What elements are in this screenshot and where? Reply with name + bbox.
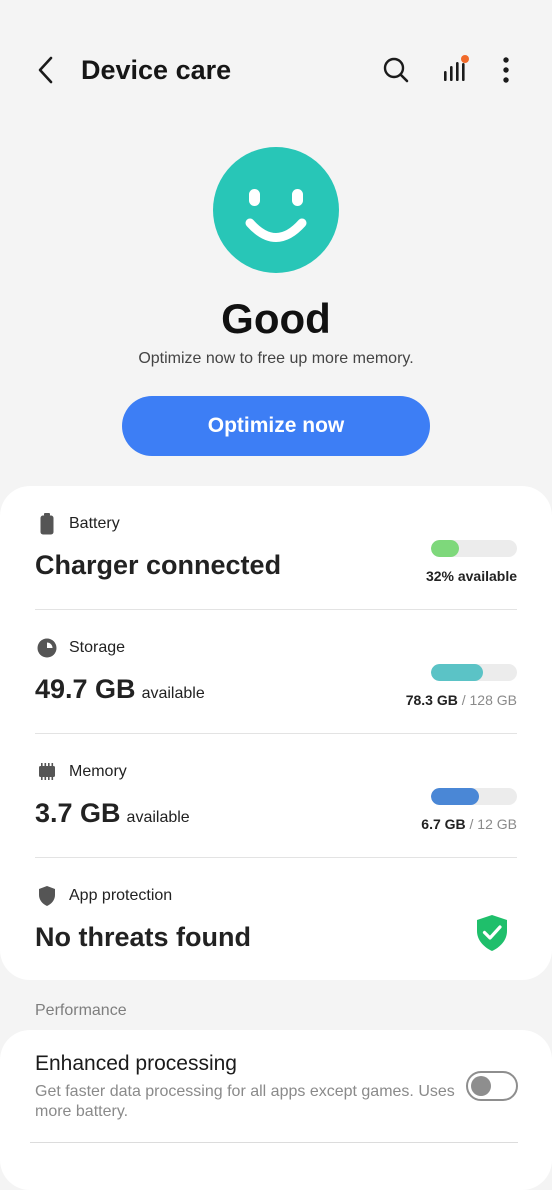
- memory-chip-icon: [39, 763, 55, 780]
- shield-icon: [39, 886, 55, 906]
- battery-icon: [40, 513, 54, 535]
- divider: [35, 733, 517, 734]
- storage-section[interactable]: Storage 49.7 GB available 78.3 GB / 128 G…: [35, 636, 517, 732]
- app-bar: Device care: [0, 0, 552, 140]
- divider: [30, 1142, 518, 1143]
- chevron-left-icon: [38, 56, 53, 84]
- smiley-face-icon: [213, 147, 339, 273]
- memory-label: Memory: [69, 763, 127, 780]
- notification-dot: [461, 55, 469, 63]
- status-word: Good: [221, 295, 331, 342]
- back-button[interactable]: [28, 52, 64, 88]
- battery-bar-fill: [431, 540, 459, 557]
- divider: [35, 609, 517, 610]
- enhanced-processing-toggle[interactable]: [466, 1071, 518, 1101]
- search-button[interactable]: [378, 52, 414, 88]
- app-protection-label: App protection: [69, 887, 173, 904]
- battery-section[interactable]: Battery Charger connected 32% available: [35, 512, 517, 608]
- status-message: Optimize now to free up more memory.: [138, 350, 414, 367]
- enhanced-processing-title[interactable]: Enhanced processing: [35, 1052, 237, 1076]
- performance-card: Enhanced processing Get faster data proc…: [0, 1030, 552, 1190]
- pie-chart-icon: [37, 638, 57, 658]
- memory-bar-fill: [431, 788, 480, 805]
- memory-caption: 6.7 GB / 12 GB: [421, 816, 517, 832]
- battery-bar: [431, 540, 517, 557]
- signal-bars-icon: [444, 55, 469, 81]
- app-protection-section[interactable]: App protection No threats found: [35, 884, 517, 974]
- divider: [35, 857, 517, 858]
- memory-value: 3.7 GB available: [35, 798, 190, 828]
- toggle-knob: [471, 1076, 491, 1096]
- memory-section[interactable]: Memory 3.7 GB available 6.7 GB / 12 GB: [35, 760, 517, 856]
- stats-button[interactable]: [436, 50, 472, 86]
- battery-caption: 32% available: [425, 568, 517, 584]
- more-options-button[interactable]: [488, 52, 524, 88]
- battery-label: Battery: [69, 515, 120, 532]
- memory-bar: [431, 788, 517, 805]
- performance-group-header: Performance: [35, 1002, 127, 1019]
- more-vertical-icon: [503, 57, 509, 83]
- search-icon: [383, 57, 409, 83]
- device-status-card: Battery Charger connected 32% available …: [0, 486, 552, 980]
- battery-value: Charger connected: [35, 550, 282, 580]
- shield-check-icon: [477, 915, 507, 951]
- storage-bar-fill: [431, 664, 484, 681]
- page-title: Device care: [81, 55, 232, 85]
- storage-value: 49.7 GB available: [35, 674, 205, 704]
- storage-caption: 78.3 GB / 128 GB: [405, 692, 517, 708]
- enhanced-processing-description: Get faster data processing for all apps …: [35, 1083, 455, 1120]
- storage-label: Storage: [69, 639, 126, 656]
- optimize-now-button[interactable]: Optimize now: [122, 396, 430, 456]
- app-protection-value: No threats found: [35, 922, 251, 952]
- storage-bar: [431, 664, 517, 681]
